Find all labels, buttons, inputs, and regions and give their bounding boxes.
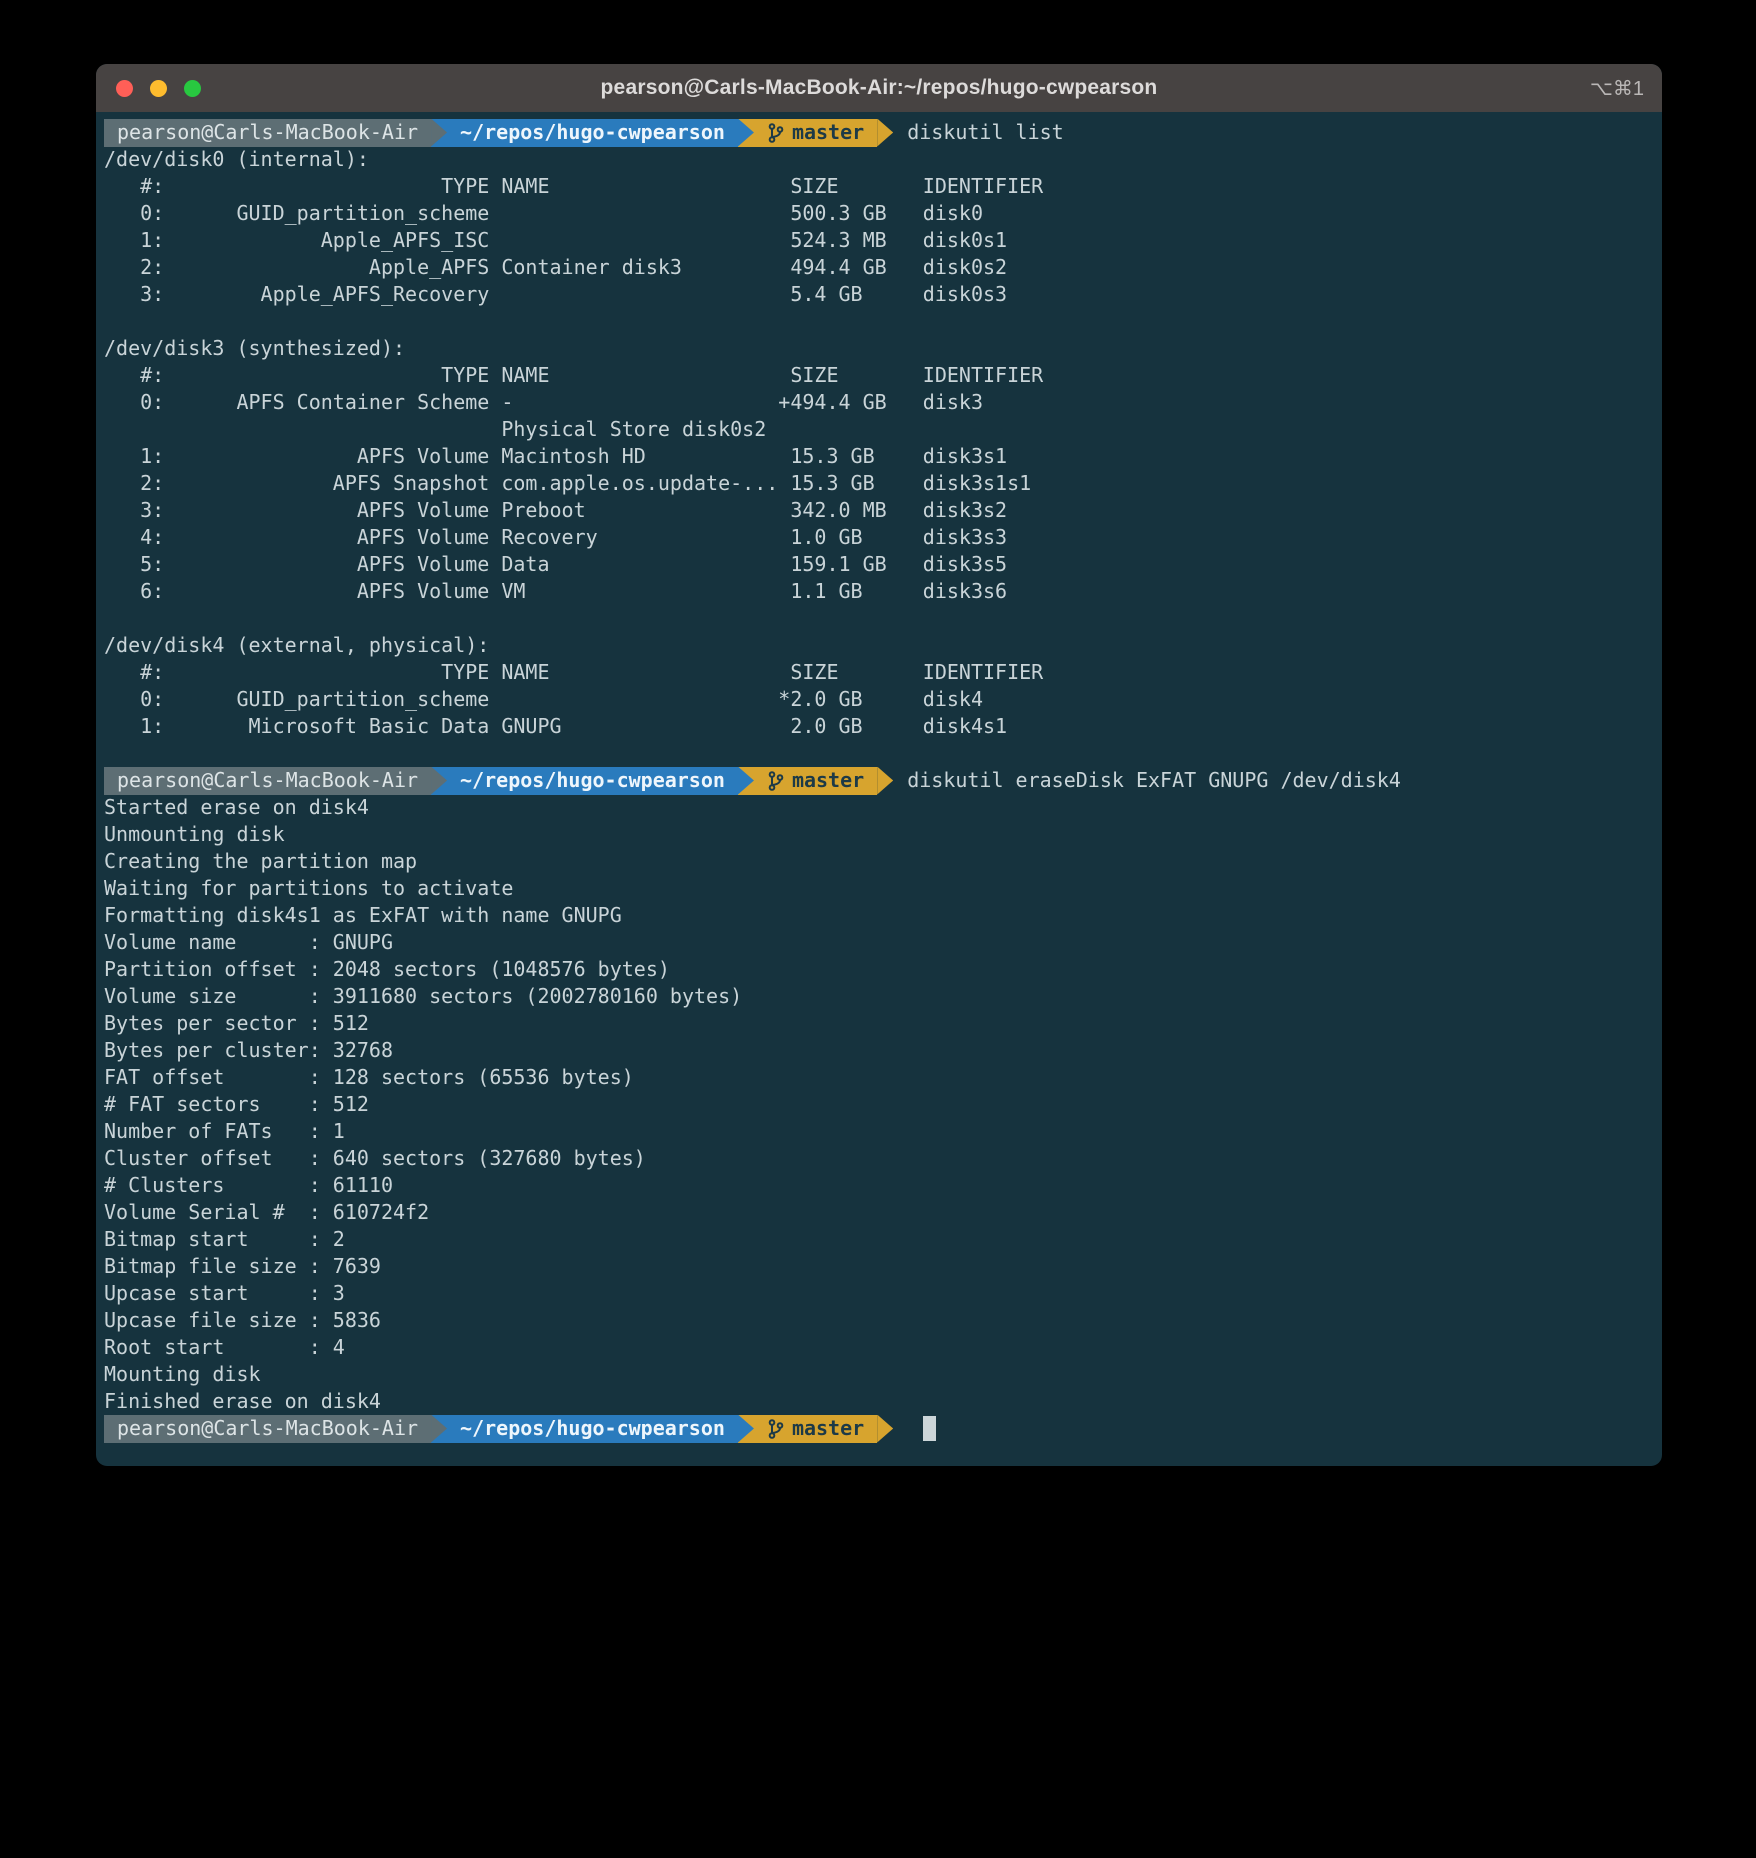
terminal-line: 5: APFS Volume Data 159.1 GB disk3s5 <box>104 551 1650 578</box>
terminal-line: Number of FATs : 1 <box>104 1118 1650 1145</box>
prompt-branch: master <box>754 119 877 147</box>
powerline-arrow-icon <box>877 1415 893 1443</box>
command-text: diskutil list <box>907 119 1064 146</box>
prompt-line: pearson@Carls-MacBook-Air ~/repos/hugo-c… <box>104 767 1650 794</box>
terminal-line: Creating the partition map <box>104 848 1650 875</box>
terminal-line: 2: APFS Snapshot com.apple.os.update-...… <box>104 470 1650 497</box>
terminal-line: FAT offset : 128 sectors (65536 bytes) <box>104 1064 1650 1091</box>
terminal-line: Mounting disk <box>104 1361 1650 1388</box>
terminal-line: Waiting for partitions to activate <box>104 875 1650 902</box>
prompt-branch-label: master <box>792 119 864 146</box>
terminal-line: #: TYPE NAME SIZE IDENTIFIER <box>104 659 1650 686</box>
terminal-line: Finished erase on disk4 <box>104 1388 1650 1415</box>
prompt-user: pearson@Carls-MacBook-Air <box>104 1415 431 1443</box>
terminal-line: Bitmap start : 2 <box>104 1226 1650 1253</box>
terminal-line: 1: Apple_APFS_ISC 524.3 MB disk0s1 <box>104 227 1650 254</box>
terminal-line: Unmounting disk <box>104 821 1650 848</box>
terminal-line: Volume name : GNUPG <box>104 929 1650 956</box>
close-button[interactable] <box>116 80 133 97</box>
terminal-window: pearson@Carls-MacBook-Air:~/repos/hugo-c… <box>96 64 1662 1466</box>
git-branch-icon <box>767 770 784 792</box>
terminal-line: Cluster offset : 640 sectors (327680 byt… <box>104 1145 1650 1172</box>
prompt-path: ~/repos/hugo-cwpearson <box>447 1415 738 1443</box>
terminal-line: 2: Apple_APFS Container disk3 494.4 GB d… <box>104 254 1650 281</box>
terminal-line: 6: APFS Volume VM 1.1 GB disk3s6 <box>104 578 1650 605</box>
prompt-branch-label: master <box>792 767 864 794</box>
powerline-arrow-icon <box>431 119 447 147</box>
terminal-line: Started erase on disk4 <box>104 794 1650 821</box>
powerline-arrow-icon <box>877 767 893 795</box>
terminal-line: Upcase start : 3 <box>104 1280 1650 1307</box>
terminal-line: Physical Store disk0s2 <box>104 416 1650 443</box>
terminal-line: 1: APFS Volume Macintosh HD 15.3 GB disk… <box>104 443 1650 470</box>
terminal-line: Bytes per cluster: 32768 <box>104 1037 1650 1064</box>
terminal-line: 4: APFS Volume Recovery 1.0 GB disk3s3 <box>104 524 1650 551</box>
terminal-line <box>104 605 1650 632</box>
window-title: pearson@Carls-MacBook-Air:~/repos/hugo-c… <box>96 76 1662 100</box>
command-text: diskutil eraseDisk ExFAT GNUPG /dev/disk… <box>907 767 1401 794</box>
terminal-line: Root start : 4 <box>104 1334 1650 1361</box>
terminal-cursor <box>923 1416 936 1441</box>
powerline-arrow-icon <box>877 119 893 147</box>
zoom-button[interactable] <box>184 80 201 97</box>
powerline-arrow-icon <box>738 1415 754 1443</box>
terminal-line: Upcase file size : 5836 <box>104 1307 1650 1334</box>
terminal-line: Volume size : 3911680 sectors (200278016… <box>104 983 1650 1010</box>
minimize-button[interactable] <box>150 80 167 97</box>
prompt-branch: master <box>754 767 877 795</box>
terminal-line: /dev/disk0 (internal): <box>104 146 1650 173</box>
powerline-arrow-icon <box>738 767 754 795</box>
terminal-line: /dev/disk4 (external, physical): <box>104 632 1650 659</box>
git-branch-icon <box>767 1418 784 1440</box>
terminal-line: 1: Microsoft Basic Data GNUPG 2.0 GB dis… <box>104 713 1650 740</box>
prompt-user: pearson@Carls-MacBook-Air <box>104 119 431 147</box>
window-shortcut-badge: ⌥⌘1 <box>1590 76 1644 101</box>
git-branch-icon <box>767 122 784 144</box>
terminal-content[interactable]: pearson@Carls-MacBook-Air ~/repos/hugo-c… <box>96 112 1662 1462</box>
prompt-branch-label: master <box>792 1415 864 1442</box>
terminal-line: 3: APFS Volume Preboot 342.0 MB disk3s2 <box>104 497 1650 524</box>
desktop-background: pearson@Carls-MacBook-Air:~/repos/hugo-c… <box>0 0 1756 1858</box>
terminal-line: # Clusters : 61110 <box>104 1172 1650 1199</box>
terminal-line: 0: GUID_partition_scheme *2.0 GB disk4 <box>104 686 1650 713</box>
terminal-line: #: TYPE NAME SIZE IDENTIFIER <box>104 362 1650 389</box>
terminal-line: Volume Serial # : 610724f2 <box>104 1199 1650 1226</box>
traffic-lights <box>116 64 201 112</box>
terminal-line: Formatting disk4s1 as ExFAT with name GN… <box>104 902 1650 929</box>
terminal-line: Partition offset : 2048 sectors (1048576… <box>104 956 1650 983</box>
terminal-line: /dev/disk3 (synthesized): <box>104 335 1650 362</box>
terminal-line <box>104 740 1650 767</box>
prompt-line: pearson@Carls-MacBook-Air ~/repos/hugo-c… <box>104 1415 1650 1442</box>
titlebar[interactable]: pearson@Carls-MacBook-Air:~/repos/hugo-c… <box>96 64 1662 112</box>
prompt-path: ~/repos/hugo-cwpearson <box>447 119 738 147</box>
powerline-arrow-icon <box>431 767 447 795</box>
terminal-line: Bitmap file size : 7639 <box>104 1253 1650 1280</box>
terminal-line: # FAT sectors : 512 <box>104 1091 1650 1118</box>
terminal-line: Bytes per sector : 512 <box>104 1010 1650 1037</box>
terminal-line: 3: Apple_APFS_Recovery 5.4 GB disk0s3 <box>104 281 1650 308</box>
terminal-line: #: TYPE NAME SIZE IDENTIFIER <box>104 173 1650 200</box>
terminal-line <box>104 308 1650 335</box>
powerline-arrow-icon <box>431 1415 447 1443</box>
terminal-line: 0: APFS Container Scheme - +494.4 GB dis… <box>104 389 1650 416</box>
prompt-branch: master <box>754 1415 877 1443</box>
powerline-arrow-icon <box>738 119 754 147</box>
prompt-user: pearson@Carls-MacBook-Air <box>104 767 431 795</box>
terminal-line: 0: GUID_partition_scheme 500.3 GB disk0 <box>104 200 1650 227</box>
prompt-line: pearson@Carls-MacBook-Air ~/repos/hugo-c… <box>104 119 1650 146</box>
prompt-path: ~/repos/hugo-cwpearson <box>447 767 738 795</box>
